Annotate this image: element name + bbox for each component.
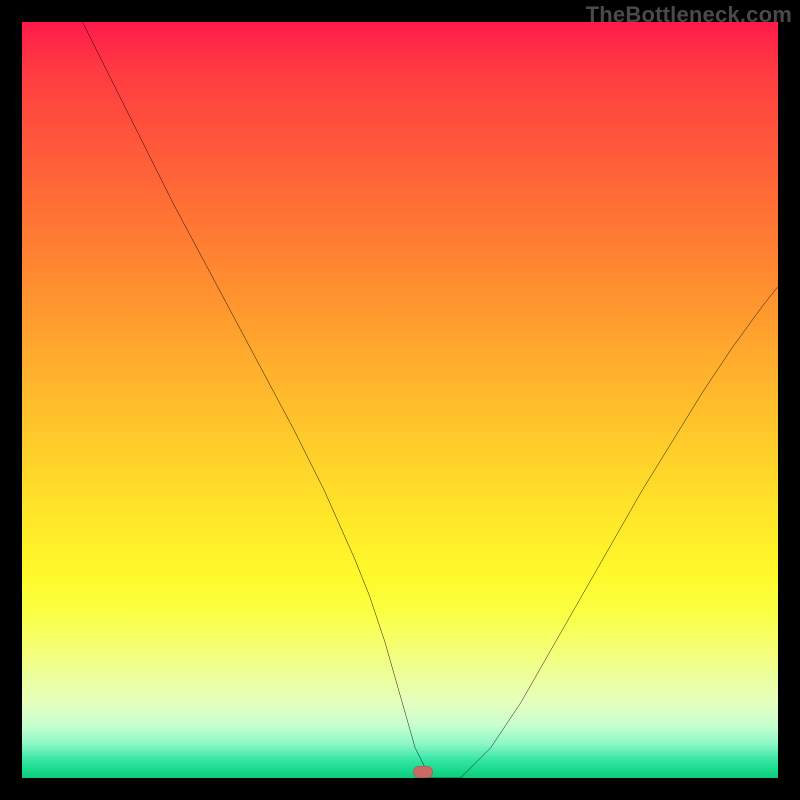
optimal-point-marker bbox=[413, 766, 433, 778]
plot-area bbox=[22, 22, 778, 778]
watermark-text: TheBottleneck.com bbox=[586, 2, 792, 28]
chart-stage: TheBottleneck.com bbox=[0, 0, 800, 800]
curve-path bbox=[82, 22, 778, 778]
bottleneck-curve bbox=[22, 22, 778, 778]
